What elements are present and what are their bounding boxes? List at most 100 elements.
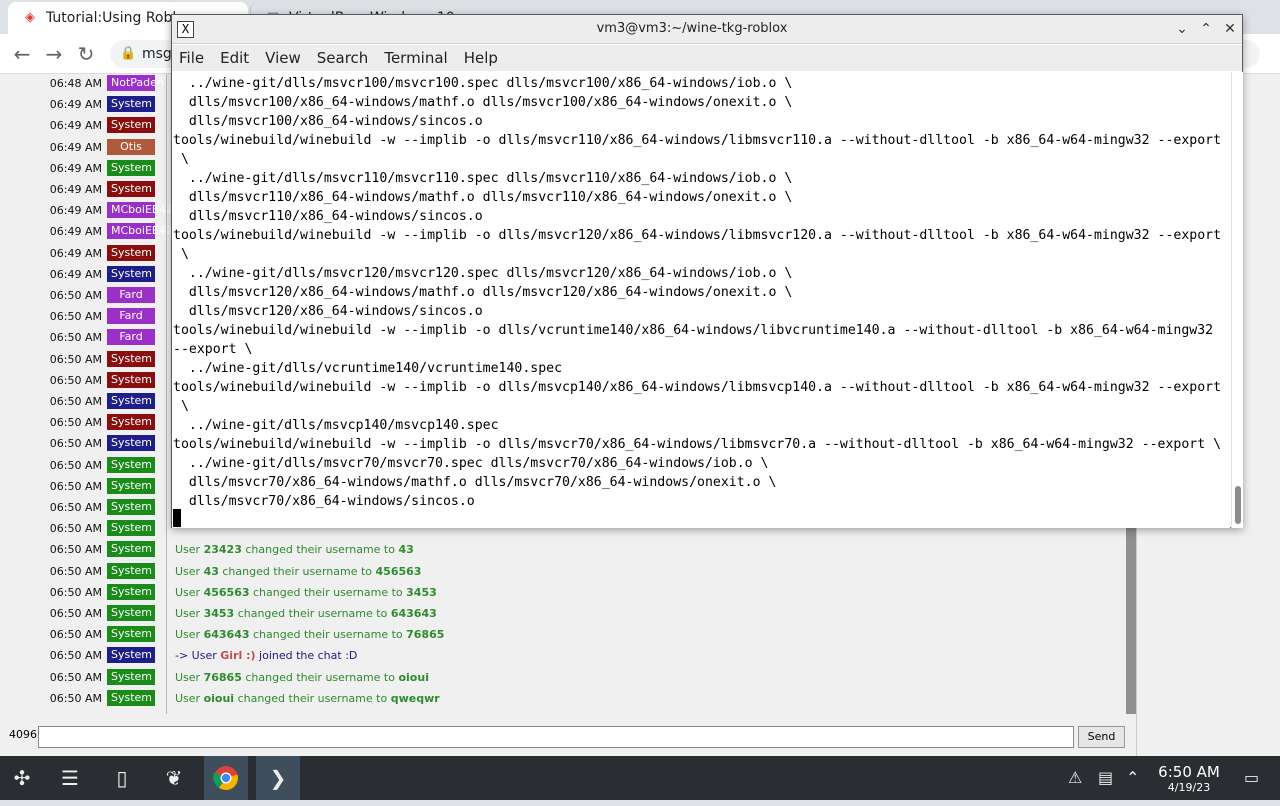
chat-user-badge[interactable]: System bbox=[107, 477, 155, 494]
terminal-line: dlls/msvcr100/x86_64-windows/sincos.o bbox=[173, 114, 483, 129]
chat-username: qweqwr bbox=[390, 691, 440, 705]
terminal-line: dlls/msvcr70/x86_64-windows/mathf.o dlls… bbox=[173, 475, 777, 490]
minimize-icon[interactable]: ⌄ bbox=[1172, 19, 1192, 39]
chat-user-badge[interactable]: System bbox=[107, 605, 155, 621]
chat-user-badge[interactable]: MCboiEE420$ bbox=[107, 202, 187, 219]
maximize-icon[interactable]: ⌃ bbox=[1196, 19, 1216, 39]
chat-timestamp: 06:50 AM bbox=[49, 437, 102, 451]
chat-row: 06:50 AM System User 643643 changed their … bbox=[0, 625, 1136, 646]
chat-user-badge[interactable]: MCboiEE420$ bbox=[107, 223, 187, 240]
terminal-titlebar[interactable]: X vm3@vm3:~/wine-tkg-roblox ⌄ ⌃ ✕ bbox=[172, 15, 1242, 44]
chat-message-text: changed their username to bbox=[234, 607, 391, 620]
chat-user-badge[interactable]: System bbox=[107, 583, 155, 600]
chat-user-badge[interactable]: System bbox=[107, 96, 155, 113]
clipboard-icon[interactable]: ▤ bbox=[1098, 768, 1113, 787]
chat-row: 06:50 AM System User 43 changed their user… bbox=[0, 562, 1136, 583]
chat-join-message: -> User Girl :) joined the chat :D bbox=[175, 649, 357, 662]
chat-user-badge[interactable]: System bbox=[107, 371, 155, 388]
reload-icon[interactable]: ↻ bbox=[72, 40, 100, 68]
terminal-title: vm3@vm3:~/wine-tkg-roblox bbox=[596, 21, 788, 36]
chat-user-badge[interactable]: System bbox=[107, 647, 155, 664]
chevron-up-icon[interactable]: ⌃ bbox=[1126, 768, 1139, 787]
chat-user-badge[interactable]: Fard bbox=[107, 308, 155, 325]
chat-message-text: User bbox=[175, 607, 204, 620]
terminal-line: ../wine-git/dlls/vcruntime140/vcruntime1… bbox=[173, 361, 563, 376]
chat-user-badge[interactable]: System bbox=[107, 159, 155, 176]
menu-edit[interactable]: Edit bbox=[220, 45, 249, 67]
chat-timestamp: 06:50 AM bbox=[49, 501, 102, 514]
close-icon[interactable]: ✕ bbox=[1220, 19, 1240, 39]
chat-user-badge[interactable]: System bbox=[107, 350, 155, 367]
menu-search[interactable]: Search bbox=[317, 45, 369, 67]
chat-timestamp: 06:50 AM bbox=[49, 310, 102, 324]
settings-icon[interactable]: ☰ bbox=[48, 756, 92, 800]
show-desktop-icon[interactable]: ▭ bbox=[1244, 768, 1259, 787]
chat-user-badge[interactable]: System bbox=[107, 668, 155, 685]
chat-user-badge[interactable]: System bbox=[107, 499, 155, 515]
terminal-line: ../wine-git/dlls/msvcr120/msvcr120.spec … bbox=[173, 266, 793, 281]
chat-row: 06:50 AM System User 76865 changed their u… bbox=[0, 668, 1136, 689]
terminal-line: tools/winebuild/winebuild -w --implib -o… bbox=[173, 133, 1222, 148]
chat-system-message: User 43 changed their username to 456563 bbox=[175, 565, 421, 578]
app-launcher-icon[interactable]: ✣ bbox=[0, 756, 44, 800]
chat-user-badge[interactable]: System bbox=[107, 456, 155, 473]
chat-user-badge[interactable]: Otis bbox=[107, 138, 155, 155]
discover-icon[interactable]: ❦ bbox=[152, 756, 196, 800]
terminal-cursor bbox=[173, 509, 181, 527]
back-arrow-icon[interactable]: ← bbox=[8, 40, 36, 68]
terminal-line: tools/winebuild/winebuild -w --implib -o… bbox=[173, 228, 1222, 243]
menu-help[interactable]: Help bbox=[464, 45, 498, 67]
chat-scrollbar-thumb[interactable] bbox=[1126, 514, 1136, 714]
chat-user-badge[interactable]: System bbox=[107, 414, 155, 431]
chat-username: 456563 bbox=[375, 564, 422, 578]
terminal-icon[interactable]: ❯ bbox=[256, 756, 300, 800]
chat-user-badge[interactable]: Fard bbox=[107, 287, 155, 303]
chat-timestamp: 06:50 AM bbox=[49, 585, 102, 599]
file-icon[interactable]: ▯ bbox=[100, 756, 144, 800]
chat-input-bar: 4096 Send bbox=[0, 716, 1136, 756]
chat-user-badge[interactable]: System bbox=[107, 689, 155, 706]
terminal-line: dlls/msvcr120/x86_64-windows/mathf.o dll… bbox=[173, 285, 793, 300]
terminal-line: ../wine-git/dlls/msvcr110/msvcr110.spec … bbox=[173, 171, 793, 186]
chat-user-badge[interactable]: Fard bbox=[107, 329, 155, 346]
chat-message-text: User bbox=[175, 564, 204, 578]
clock-time: 6:50 AM bbox=[1158, 763, 1220, 781]
chat-username: 23423 bbox=[203, 543, 242, 557]
chat-system-message: User 23423 changed their username to 43 bbox=[175, 543, 414, 556]
chat-user-badge[interactable]: System bbox=[107, 520, 155, 537]
chat-message-text: -> User bbox=[175, 649, 221, 663]
chat-row: 06:50 AM System User 456563 changed their … bbox=[0, 583, 1136, 604]
chat-user-badge[interactable]: System bbox=[107, 181, 155, 197]
clock[interactable]: 6:50 AM 4/19/23 bbox=[1148, 764, 1230, 795]
chat-timestamp: 06:50 AM bbox=[49, 607, 102, 620]
tab-title: Tutorial:Using Robl bbox=[46, 10, 177, 26]
chat-user-badge[interactable]: System bbox=[107, 626, 155, 643]
chrome-icon[interactable] bbox=[204, 756, 248, 800]
chat-user-badge[interactable]: System bbox=[107, 265, 155, 282]
chat-row: 06:50 AM System -> User Girl :) joined the… bbox=[0, 646, 1136, 667]
chat-message-input[interactable] bbox=[38, 726, 1074, 748]
terminal-line: \ bbox=[173, 399, 189, 414]
chat-user-badge[interactable]: System bbox=[107, 393, 155, 409]
terminal-output[interactable]: ../wine-git/dlls/msvcr100/msvcr100.spec … bbox=[172, 72, 1230, 528]
chat-user-badge[interactable]: NotPaden bbox=[107, 75, 164, 91]
chat-username: 643643 bbox=[390, 607, 437, 620]
menu-file[interactable]: File bbox=[179, 45, 204, 67]
terminal-scrollbar-thumb[interactable] bbox=[1235, 486, 1241, 524]
menu-terminal[interactable]: Terminal bbox=[384, 45, 447, 67]
chat-username: Girl :) bbox=[220, 649, 256, 663]
forward-arrow-icon[interactable]: → bbox=[40, 40, 68, 68]
chat-username: oioui bbox=[398, 670, 429, 684]
chat-user-badge[interactable]: System bbox=[107, 541, 155, 558]
chat-user-badge[interactable]: System bbox=[107, 244, 155, 261]
terminal-scrollbar[interactable] bbox=[1231, 72, 1243, 528]
chat-user-badge[interactable]: System bbox=[107, 562, 155, 579]
chat-user-badge[interactable]: System bbox=[107, 117, 155, 134]
chat-system-message: User 76865 changed their username to oio… bbox=[175, 671, 429, 684]
chat-timestamp: 06:50 AM bbox=[49, 522, 102, 536]
terminal-line: --export \ bbox=[173, 342, 253, 357]
menu-view[interactable]: View bbox=[265, 45, 301, 67]
send-button[interactable]: Send bbox=[1078, 726, 1125, 748]
chat-user-badge[interactable]: System bbox=[107, 435, 155, 452]
notifications-icon[interactable]: ⚠ bbox=[1068, 768, 1082, 787]
